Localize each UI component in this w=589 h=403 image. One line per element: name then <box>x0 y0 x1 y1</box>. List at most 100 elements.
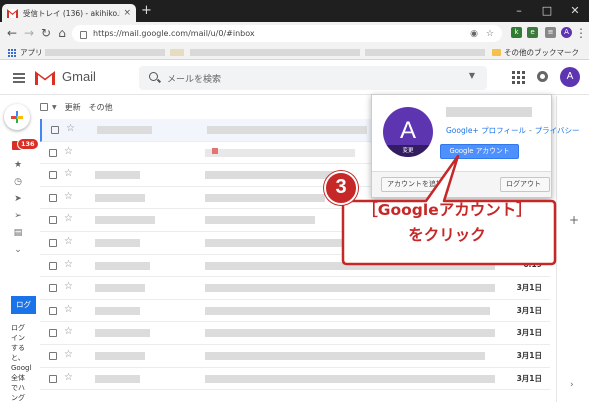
row-checkbox[interactable] <box>51 126 59 134</box>
chrome-menu-icon[interactable]: ⋮ <box>574 26 588 40</box>
unread-count-badge: 136 <box>17 138 39 150</box>
more-button[interactable]: その他 <box>89 102 113 113</box>
new-tab-button[interactable]: + <box>141 4 152 18</box>
sent-icon[interactable]: ➢ <box>13 211 23 221</box>
back-icon[interactable]: ← <box>5 26 19 40</box>
url-text: https://mail.google.com/mail/u/0/#inbox <box>93 29 255 38</box>
popup-footer: アカウントを追加 ログアウト <box>372 171 551 197</box>
email-date: 3月1日 <box>516 328 542 338</box>
close-window-icon[interactable]: ✕ <box>561 0 589 22</box>
star-icon[interactable]: ☆ <box>64 168 73 179</box>
star-icon[interactable]: ☆ <box>64 146 73 157</box>
extension-icon[interactable]: e <box>527 27 538 38</box>
browser-tab-strip: 受信トレイ (136) - akihiko.kobayas × + – □ ✕ <box>0 0 589 22</box>
reload-icon[interactable]: ↻ <box>39 26 53 40</box>
gmail-logo-text: Gmail <box>62 69 96 84</box>
row-checkbox[interactable] <box>49 171 57 180</box>
row-checkbox[interactable] <box>49 329 57 338</box>
star-icon[interactable]: ☆ <box>64 349 73 360</box>
row-checkbox[interactable] <box>49 261 57 270</box>
minimize-icon[interactable]: – <box>505 0 533 22</box>
star-icon[interactable]: ☆ <box>64 304 73 315</box>
gmail-favicon-icon <box>7 8 18 18</box>
apps-label: アプリ <box>20 48 43 57</box>
other-bookmarks[interactable]: その他のブックマーク <box>492 47 579 58</box>
star-icon[interactable]: ☆ <box>64 326 73 337</box>
star-icon[interactable]: ☆ <box>64 281 73 292</box>
list-toolbar: ▼ 更新 その他 <box>40 97 121 117</box>
row-checkbox[interactable] <box>49 374 57 383</box>
extension-icon[interactable]: ≡ <box>545 27 556 38</box>
add-addon-icon[interactable]: + <box>569 213 579 227</box>
lock-icon <box>80 30 87 39</box>
more-labels-icon[interactable]: ⌄ <box>13 245 23 255</box>
table-row[interactable]: ☆ 3月1日 <box>40 300 550 323</box>
side-panel-divider <box>556 96 557 402</box>
email-date: 3月1日 <box>516 373 542 383</box>
maximize-icon[interactable]: □ <box>533 0 561 22</box>
star-icon[interactable]: ☆ <box>64 259 73 270</box>
row-checkbox[interactable] <box>49 216 57 225</box>
table-row[interactable]: ☆ 3月1日 <box>40 277 550 300</box>
star-icon[interactable]: ☆ <box>66 123 75 134</box>
select-all-checkbox[interactable] <box>40 103 48 111</box>
star-icon[interactable]: ☆ <box>64 372 73 383</box>
extension-icon[interactable]: k <box>511 27 522 38</box>
home-icon[interactable]: ⌂ <box>55 26 69 40</box>
bookmark-star-icon[interactable]: ☆ <box>486 29 494 39</box>
select-dropdown-icon[interactable]: ▼ <box>52 104 57 111</box>
compose-button[interactable] <box>4 104 30 130</box>
search-icon[interactable] <box>149 72 158 81</box>
email-date: 6:19 <box>523 259 542 269</box>
callout-text: ［Googleアカウント］ をクリック <box>342 198 552 258</box>
search-input[interactable]: メールを検索 <box>167 72 221 85</box>
bookmarks-bar: アプリ その他のブックマーク <box>0 45 589 60</box>
notifications-icon[interactable] <box>537 71 548 82</box>
table-row[interactable]: ☆ 3月1日 <box>40 322 550 345</box>
row-checkbox[interactable] <box>49 148 57 157</box>
drafts-icon[interactable]: ▤ <box>13 228 23 238</box>
profile-link[interactable]: Google+ プロフィール <box>446 126 526 135</box>
search-options-icon[interactable]: ▼ <box>469 71 475 80</box>
window-controls: – □ ✕ <box>505 0 589 22</box>
address-bar[interactable]: https://mail.google.com/mail/u/0/#inbox … <box>72 25 502 42</box>
popup-avatar[interactable]: A 変更 <box>383 107 433 157</box>
callout-line-2: をクリック <box>408 226 486 244</box>
row-checkbox[interactable] <box>49 193 57 202</box>
browser-tab[interactable]: 受信トレイ (136) - akihiko.kobayas × <box>2 4 136 22</box>
row-checkbox[interactable] <box>49 284 57 293</box>
label-marker <box>212 148 218 154</box>
browser-toolbar: ← → ↻ ⌂ https://mail.google.com/mail/u/0… <box>0 22 589 45</box>
star-icon[interactable]: ☆ <box>64 236 73 247</box>
google-apps-icon[interactable] <box>512 71 525 84</box>
main-menu-icon[interactable] <box>13 73 25 85</box>
important-icon[interactable]: ➤ <box>13 194 23 204</box>
logout-button[interactable]: ログアウト <box>500 177 550 192</box>
email-date: 3月1日 <box>516 305 542 315</box>
other-bookmarks-label: その他のブックマーク <box>504 48 579 57</box>
signin-button[interactable]: ログ <box>11 296 36 314</box>
starred-icon[interactable]: ★ <box>13 160 23 170</box>
star-icon[interactable]: ☆ <box>64 213 73 224</box>
google-account-button[interactable]: Google アカウント <box>440 144 519 159</box>
apps-bookmark[interactable]: アプリ <box>8 47 43 58</box>
expand-panel-icon[interactable]: › <box>570 380 574 390</box>
star-icon[interactable]: ☆ <box>64 191 73 202</box>
snoozed-icon[interactable]: ◷ <box>13 177 23 187</box>
refresh-button[interactable]: 更新 <box>65 102 81 113</box>
table-row[interactable]: ☆ 3月1日 <box>40 368 550 391</box>
row-checkbox[interactable] <box>49 238 57 247</box>
row-checkbox[interactable] <box>49 306 57 315</box>
eye-icon[interactable]: ◉ <box>470 29 478 39</box>
profile-icon[interactable]: A <box>561 27 572 38</box>
apps-grid-icon <box>8 48 16 57</box>
table-row[interactable]: ☆ 3月1日 <box>40 345 550 368</box>
change-photo-label[interactable]: 変更 <box>383 145 433 157</box>
search-bar[interactable]: メールを検索 ▼ <box>139 66 487 90</box>
tab-close-icon[interactable]: × <box>123 8 131 18</box>
privacy-link[interactable]: プライバシー <box>535 126 580 135</box>
account-avatar[interactable]: A <box>560 67 580 87</box>
forward-icon[interactable]: → <box>22 26 36 40</box>
row-checkbox[interactable] <box>49 351 57 360</box>
add-account-button[interactable]: アカウントを追加 <box>381 177 449 192</box>
